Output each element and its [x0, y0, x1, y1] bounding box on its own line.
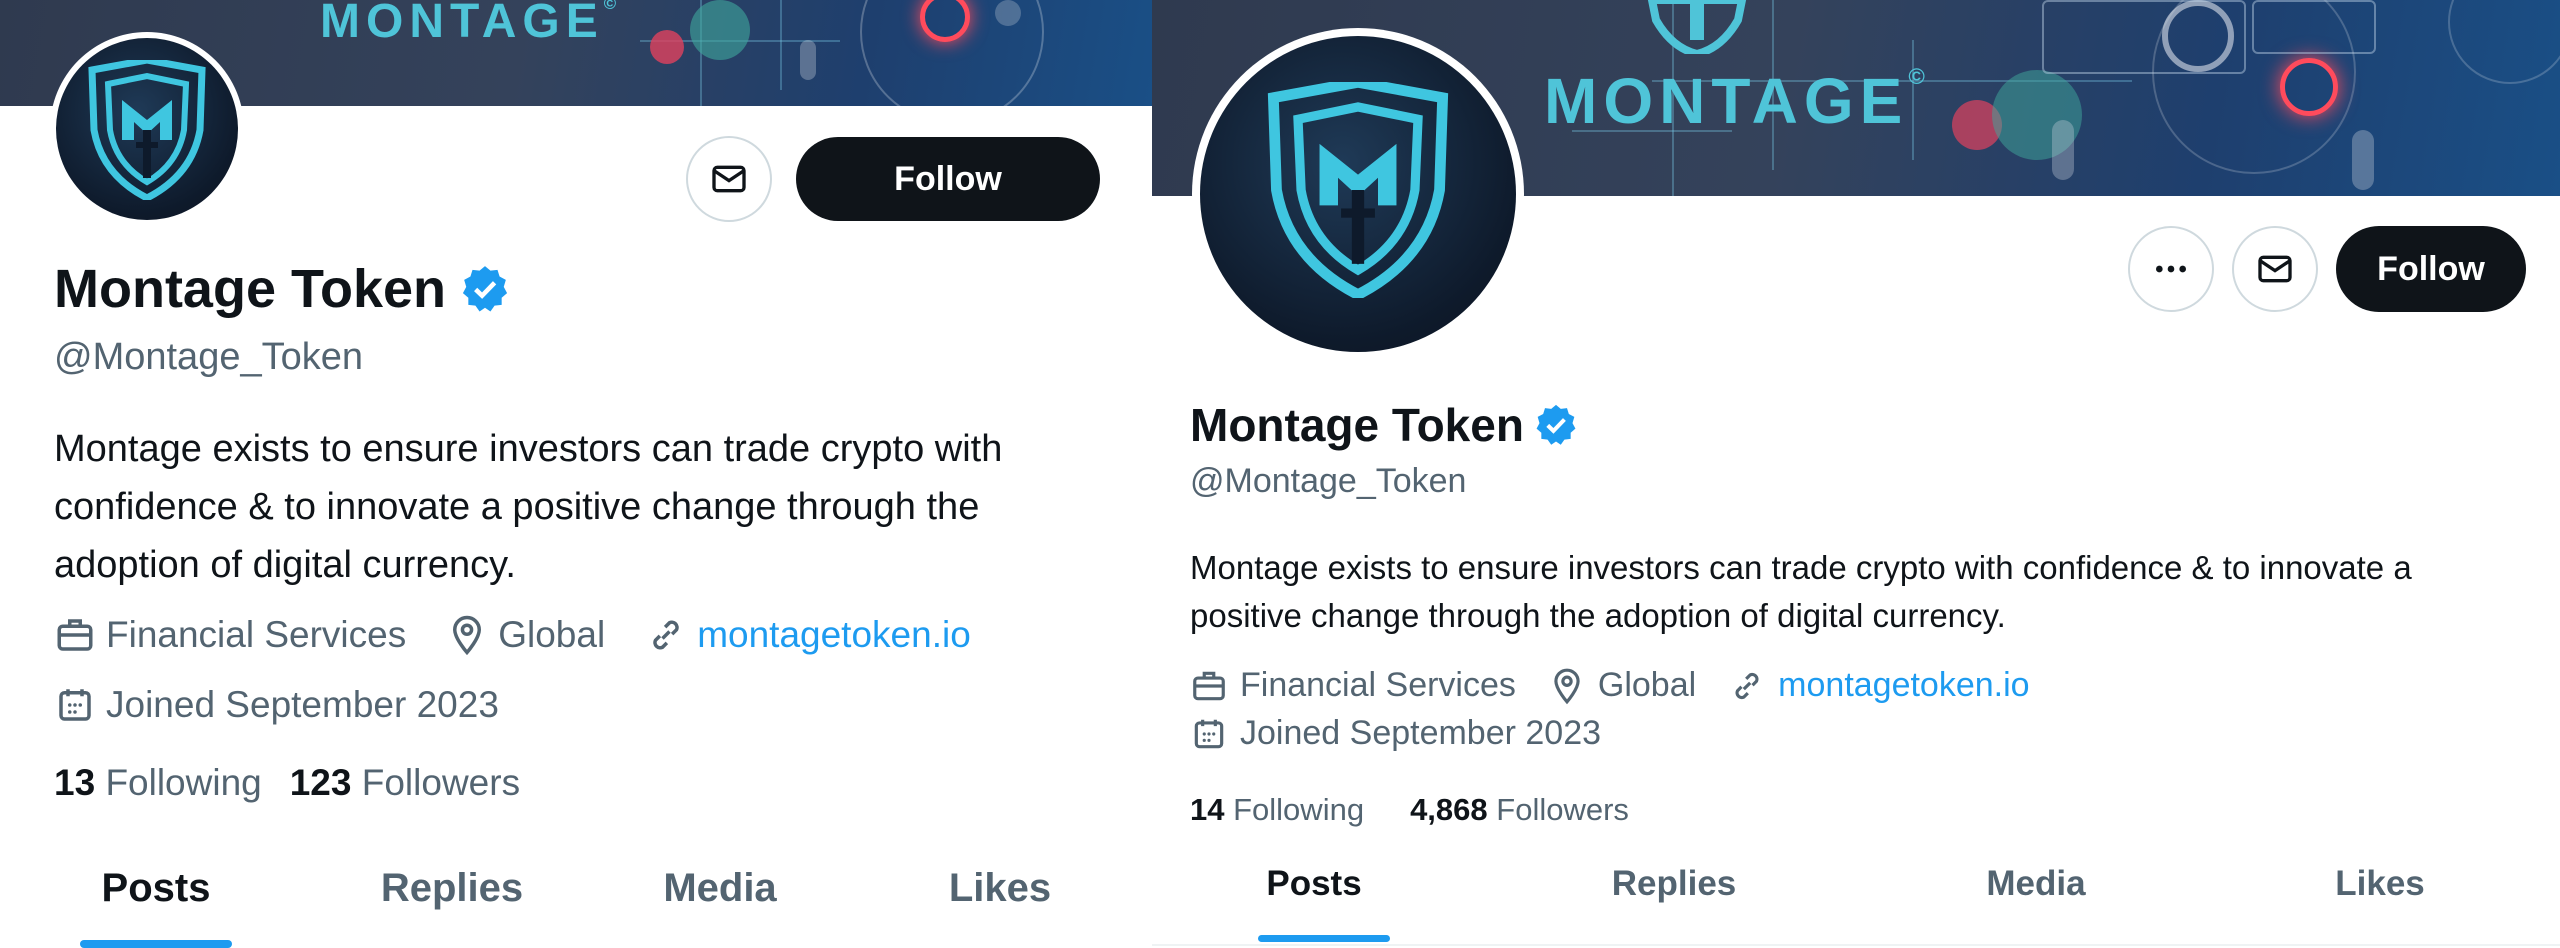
banner-node — [2052, 120, 2074, 180]
following-label: Following — [1233, 792, 1365, 827]
joined-item: Joined September 2023 — [1190, 714, 1601, 753]
avatar[interactable] — [1192, 28, 1524, 360]
banner-shield-icon — [1647, 0, 1747, 54]
following-label: Following — [105, 762, 262, 803]
category-label: Financial Services — [1240, 666, 1516, 704]
tab-likes[interactable]: Likes — [884, 866, 1116, 911]
website-link[interactable]: montagetoken.io — [1778, 666, 2029, 705]
banner-ring — [2448, 0, 2560, 84]
joined-item: Joined September 2023 — [54, 684, 499, 726]
banner-mark: © — [1908, 64, 1931, 89]
tab-likes[interactable]: Likes — [2258, 864, 2502, 904]
location-item: Global — [446, 614, 605, 656]
category-item: Financial Services — [54, 614, 406, 656]
tab-replies[interactable]: Replies — [336, 866, 568, 911]
active-tab-indicator — [1258, 935, 1390, 942]
more-button[interactable] — [2128, 226, 2214, 312]
briefcase-icon — [57, 619, 93, 651]
banner-node — [2352, 130, 2374, 190]
banner-node — [650, 30, 684, 64]
banner-text: MONTAGE — [1544, 65, 1909, 137]
profile-handle: @Montage_Token — [54, 336, 363, 378]
more-dots-icon — [2156, 265, 2186, 273]
message-button[interactable] — [686, 136, 772, 222]
verified-badge-icon[interactable] — [460, 264, 510, 314]
following-link[interactable]: 14 Following — [1190, 792, 1364, 828]
calendar-icon — [59, 689, 91, 721]
website-item[interactable]: montagetoken.io — [645, 614, 971, 656]
montage-shield-logo-icon — [1267, 82, 1449, 298]
followers-count: 123 — [289, 762, 352, 803]
joined-row: Joined September 2023 — [1190, 714, 1601, 753]
location-label: Global — [498, 614, 606, 655]
banner-text: MONTAGE — [320, 0, 604, 48]
followers-label: Followers — [361, 762, 521, 803]
envelope-icon — [712, 165, 746, 193]
tabs-divider — [1152, 944, 2560, 946]
location-item: Global — [1548, 666, 1696, 705]
banner-node — [800, 40, 816, 80]
profile-name: Montage Token — [1190, 399, 1524, 451]
profile-meta-row: Financial Services Global montagetoken.i… — [1190, 666, 2030, 705]
category-label: Financial Services — [106, 614, 407, 655]
tab-replies[interactable]: Replies — [1552, 864, 1796, 904]
banner-node — [995, 0, 1021, 26]
following-link[interactable]: 13 Following — [54, 762, 262, 804]
tab-media[interactable]: Media — [604, 866, 836, 911]
following-count: 13 — [54, 762, 96, 803]
banner-logo-text: MONTAGE© — [320, 0, 622, 49]
profile-panel-left: MONTAGE© Follow Montage Token @Montage_T… — [0, 0, 1152, 948]
following-count: 14 — [1190, 792, 1225, 827]
link-icon — [1735, 672, 1759, 699]
profile-meta-row: Financial Services Global montagetoken.i… — [54, 614, 971, 656]
active-tab-indicator — [80, 940, 232, 948]
avatar-image — [1200, 36, 1516, 352]
followers-count: 4,868 — [1410, 792, 1488, 827]
profile-name: Montage Token — [54, 259, 447, 319]
category-item: Financial Services — [1190, 666, 1516, 705]
briefcase-icon — [1193, 671, 1225, 700]
follow-counts: 13 Following 123 Followers — [54, 762, 520, 804]
joined-label: Joined September 2023 — [106, 684, 499, 725]
banner-monitor — [2042, 0, 2246, 74]
banner-monitor — [2252, 0, 2376, 54]
banner-node — [690, 0, 750, 60]
calendar-icon — [1194, 719, 1224, 748]
followers-link[interactable]: 4,868 Followers — [1410, 792, 1629, 828]
banner-mark: © — [603, 0, 623, 13]
banner-logo-text: MONTAGE© — [1544, 64, 1931, 138]
joined-label: Joined September 2023 — [1240, 714, 1602, 752]
joined-row: Joined September 2023 — [54, 684, 499, 726]
banner-node — [2280, 58, 2338, 116]
followers-link[interactable]: 123 Followers — [290, 762, 520, 804]
tab-posts[interactable]: Posts — [1192, 864, 1436, 904]
profile-bio: Montage exists to ensure investors can t… — [1190, 549, 2412, 634]
verified-badge-icon[interactable] — [1534, 403, 1578, 447]
avatar-image — [56, 38, 238, 220]
montage-shield-logo-icon — [88, 60, 206, 200]
circuit-line — [780, 0, 782, 90]
avatar[interactable] — [50, 32, 244, 226]
profile-handle: @Montage_Token — [1190, 462, 1467, 500]
profile-panel-right: MONTAGE© Follow Montage Token @Montage_T… — [1152, 0, 2560, 948]
message-button[interactable] — [2232, 226, 2318, 312]
follow-button[interactable]: Follow — [2336, 226, 2526, 312]
location-pin-icon — [1554, 668, 1580, 704]
location-pin-icon — [453, 615, 482, 656]
link-icon — [653, 620, 679, 650]
website-item[interactable]: montagetoken.io — [1728, 666, 2030, 705]
profile-name-row: Montage Token — [1190, 398, 1578, 452]
tab-posts[interactable]: Posts — [40, 866, 272, 911]
follow-counts: 14 Following 4,868 Followers — [1190, 792, 1629, 828]
envelope-icon — [2258, 255, 2292, 283]
profile-bio: Montage exists to ensure investors can t… — [54, 428, 1003, 586]
followers-label: Followers — [1496, 792, 1629, 827]
location-label: Global — [1597, 666, 1697, 704]
website-link[interactable]: montagetoken.io — [697, 614, 971, 656]
follow-button[interactable]: Follow — [796, 137, 1100, 221]
tab-media[interactable]: Media — [1914, 864, 2158, 904]
profile-name-row: Montage Token — [54, 258, 510, 320]
